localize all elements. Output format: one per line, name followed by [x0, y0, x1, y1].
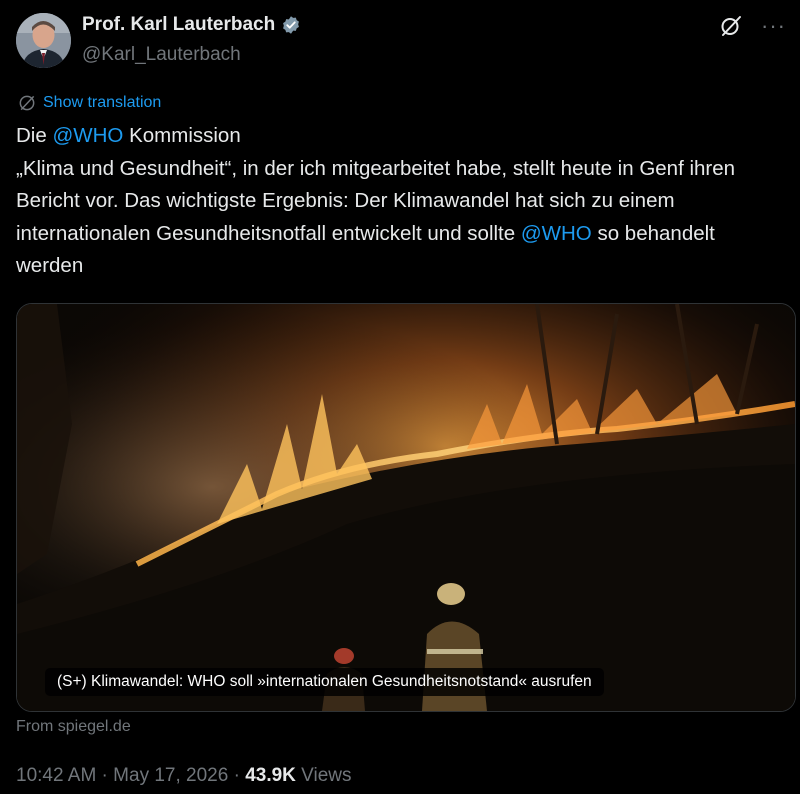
globe-icon: [19, 95, 35, 111]
verified-badge-icon: [283, 16, 300, 34]
avatar[interactable]: [16, 13, 71, 68]
card-caption: (S+) Klimawandel: WHO soll »internationa…: [45, 668, 604, 696]
author-display-name[interactable]: Prof. Karl Lauterbach: [82, 14, 275, 36]
meta-separator: ·: [96, 765, 114, 786]
views-count[interactable]: 43.9K: [245, 765, 296, 787]
card-image: [17, 304, 795, 711]
author-name-row[interactable]: Prof. Karl Lauterbach: [82, 14, 301, 36]
tweet-text-prefix: Die: [16, 124, 53, 147]
tweet-date[interactable]: May 17, 2026: [113, 765, 228, 787]
tweet-meta: 10:42 AM · May 17, 2026 · 43.9K Views: [16, 765, 352, 787]
show-translation-link[interactable]: Show translation: [17, 93, 161, 113]
tweet-text: Die @WHO Kommission „Klima und Gesundhei…: [16, 120, 786, 283]
author-handle[interactable]: @Karl_Lauterbach: [82, 44, 241, 66]
grok-icon[interactable]: [719, 14, 743, 38]
avatar-image: [16, 13, 71, 68]
card-source[interactable]: From spiegel.de: [16, 718, 131, 736]
show-translation-label: Show translation: [43, 94, 162, 111]
tweet-time[interactable]: 10:42 AM: [16, 765, 96, 787]
meta-separator: ·: [228, 765, 246, 786]
tweet-text-line1-suffix: Kommission: [123, 124, 241, 147]
link-card[interactable]: (S+) Klimawandel: WHO soll »internationa…: [16, 303, 796, 712]
mention-link[interactable]: @WHO: [521, 222, 592, 245]
more-icon[interactable]: ···: [761, 14, 786, 38]
tweet-header-actions: ···: [719, 14, 786, 38]
mention-link[interactable]: @WHO: [52, 124, 123, 147]
views-label: Views: [295, 765, 352, 786]
